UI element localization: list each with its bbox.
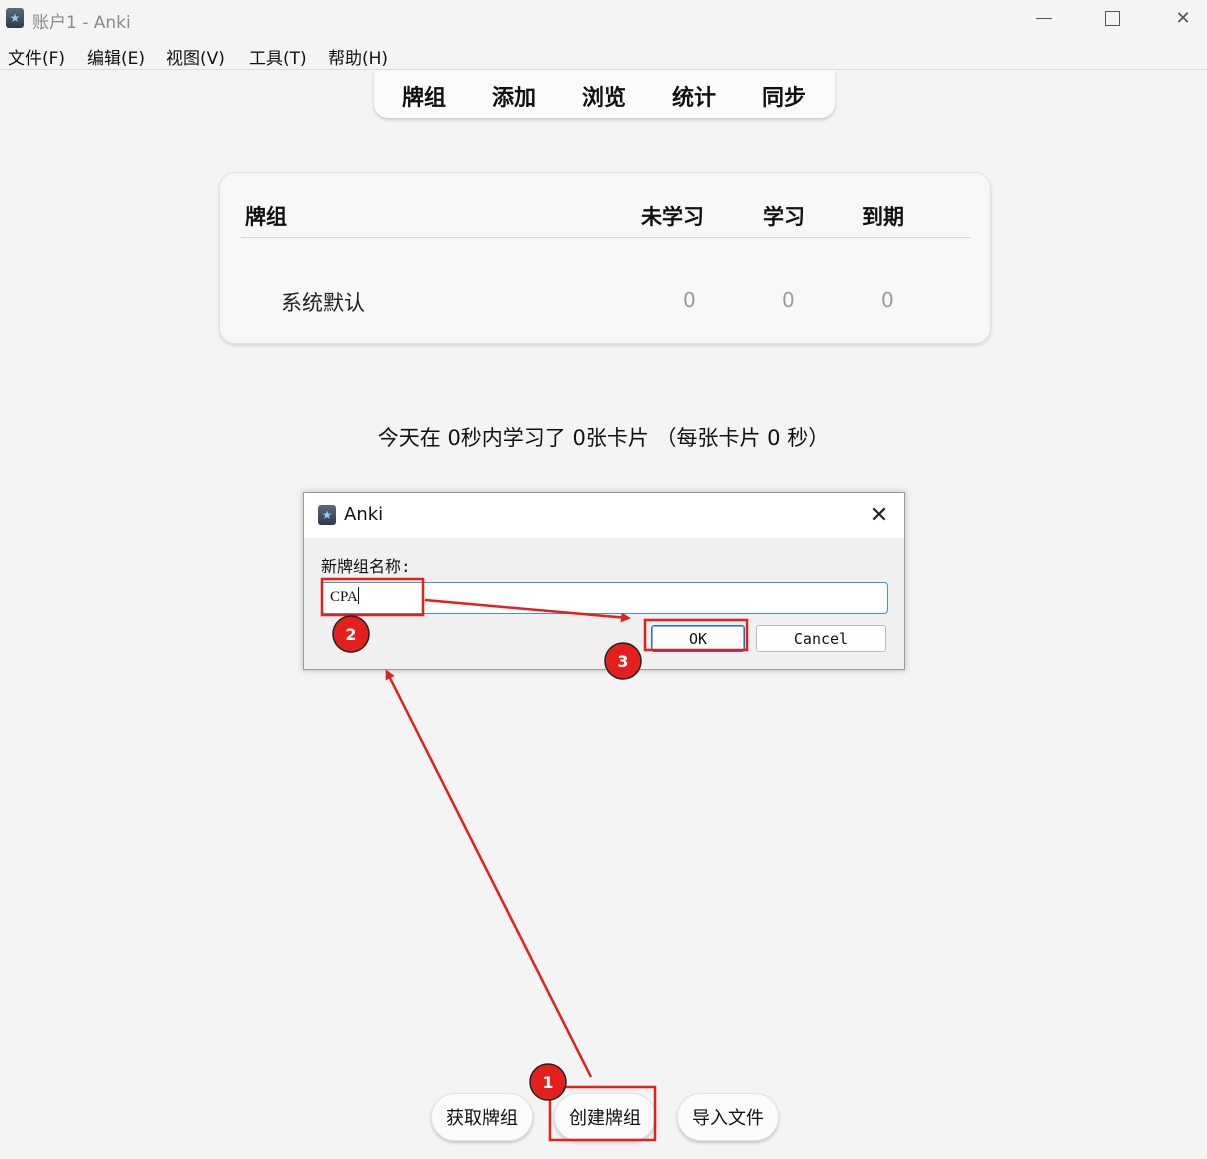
arrow-to-dialog <box>385 669 593 1078</box>
minimize-icon <box>1036 17 1052 19</box>
menu-tools[interactable]: 工具(T) <box>249 44 307 69</box>
get-shared-decks-button[interactable]: 获取牌组 <box>431 1093 533 1141</box>
deck-name-value: CPA <box>330 589 358 605</box>
maximize-icon <box>1104 10 1120 26</box>
menu-file[interactable]: 文件(F) <box>8 44 65 69</box>
dialog-close-button[interactable]: ✕ <box>861 501 897 529</box>
toolbar-add[interactable]: 添加 <box>492 80 536 112</box>
close-icon: ✕ <box>869 502 889 528</box>
ok-button[interactable]: OK <box>651 625 745 652</box>
menu-bar: 文件(F) 编辑(E) 视图(V) 工具(T) 帮助(H) <box>0 40 1207 70</box>
deck-row-new-count: 0 <box>683 288 696 312</box>
svg-text:1: 1 <box>542 1073 553 1092</box>
deck-column-header: 牌组 <box>245 205 287 229</box>
anki-dialog-icon: ★ <box>318 505 336 525</box>
deck-name-input[interactable]: CPA <box>321 582 888 614</box>
window-title: 账户1 - Anki <box>32 13 131 33</box>
new-deck-dialog: ★ Anki ✕ 新牌组名称: CPA OK Cancel <box>303 492 905 670</box>
create-deck-button[interactable]: 创建牌组 <box>554 1093 656 1141</box>
toolbar-decks[interactable]: 牌组 <box>402 80 446 112</box>
study-stats-text: 今天在 0秒内学习了 0张卡片 （每张卡片 0 秒） <box>377 426 830 450</box>
header-divider <box>241 237 971 238</box>
toolbar-browse[interactable]: 浏览 <box>582 80 626 112</box>
dialog-title: Anki <box>344 504 384 525</box>
new-column-header: 未学习 <box>641 205 704 229</box>
dialog-title-bar: ★ Anki ✕ <box>304 493 904 538</box>
deck-row-due-count: 0 <box>881 288 894 312</box>
deck-list-card: 牌组 未学习 学习 到期 系统默认 0 0 0 <box>219 172 991 344</box>
cancel-button[interactable]: Cancel <box>756 625 886 652</box>
text-caret <box>357 587 359 604</box>
learn-column-header: 学习 <box>763 205 805 229</box>
anki-app-icon: ★ <box>6 8 24 28</box>
menu-edit[interactable]: 编辑(E) <box>87 44 145 69</box>
minimize-button[interactable] <box>1014 2 1074 34</box>
deck-row-name[interactable]: 系统默认 <box>281 287 365 317</box>
close-window-button[interactable]: ✕ <box>1153 2 1207 34</box>
menu-view[interactable]: 视图(V) <box>166 44 225 69</box>
import-file-button[interactable]: 导入文件 <box>677 1093 779 1141</box>
toolbar-sync[interactable]: 同步 <box>762 80 806 112</box>
maximize-button[interactable] <box>1082 2 1142 34</box>
menu-help[interactable]: 帮助(H) <box>328 44 388 69</box>
main-toolbar: 牌组 添加 浏览 统计 同步 <box>374 70 835 118</box>
due-column-header: 到期 <box>862 205 904 229</box>
toolbar-stats[interactable]: 统计 <box>672 80 716 112</box>
title-bar: ★ 账户1 - Anki ✕ <box>0 0 1207 38</box>
deck-row-learn-count: 0 <box>782 288 795 312</box>
step-badge-1: 1 <box>529 1063 567 1101</box>
deck-name-label: 新牌组名称: <box>321 557 411 576</box>
close-icon: ✕ <box>1175 7 1191 29</box>
